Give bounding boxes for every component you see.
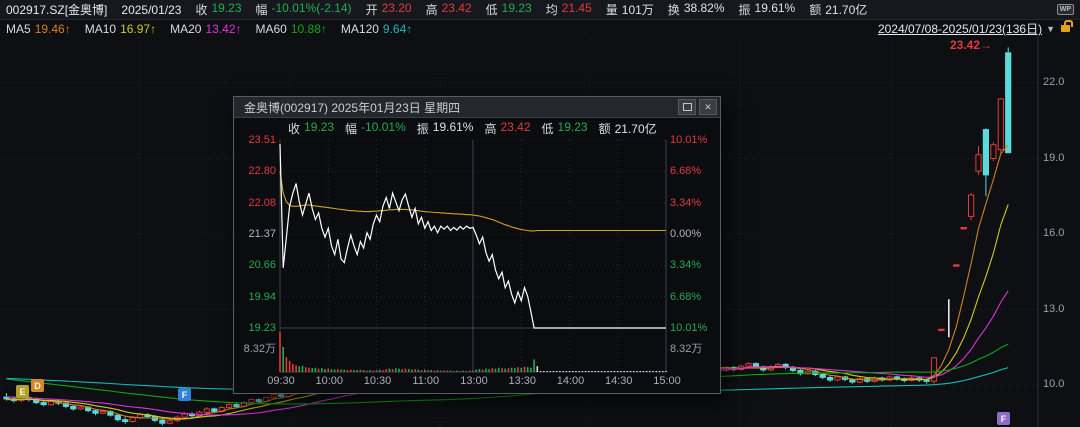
popup-volume-axis-label: 8.32万 xyxy=(243,343,276,355)
quote-field-amount: 额 21.70亿 xyxy=(809,3,868,17)
popup-price-axis-label: 23.51 xyxy=(248,134,276,146)
wp-tool-icon[interactable]: WP xyxy=(1056,4,1074,15)
popup-title-bar[interactable]: 金奥博(002917) 2025年01月23日 星期四 ✕ xyxy=(234,97,720,118)
quote-field-avg: 均 21.45 xyxy=(545,1,592,17)
date-range-selector[interactable]: 2024/07/08-2025/01/23(136日) xyxy=(878,20,1042,37)
popup-field-amount: 额 21.70亿 xyxy=(598,122,657,136)
maximize-icon xyxy=(682,103,692,111)
ma20-legend: MA20 13.42↑ xyxy=(170,21,242,36)
popup-price-axis-label: 19.94 xyxy=(248,290,276,303)
popup-pct-axis-label: 10.01% xyxy=(670,321,708,334)
popup-price-axis-label: 21.37 xyxy=(248,227,276,240)
quote-field-low: 低 19.23 xyxy=(485,1,532,17)
popup-field-close: 收 19.23 xyxy=(288,120,335,136)
ma-legend-bar: MA5 19.46↑ MA10 16.97↑ MA20 13.42↑ MA60 10.8… xyxy=(0,20,1080,37)
unlock-icon[interactable] xyxy=(1061,20,1073,32)
popup-field-high: 高 23.42 xyxy=(484,120,531,136)
ma10-legend: MA10 16.97↑ xyxy=(84,21,157,36)
quote-date: 2025/01/23 xyxy=(121,2,182,17)
popup-time-axis-label: 10:30 xyxy=(363,375,392,387)
popup-time-axis-label: 13:00 xyxy=(460,375,488,387)
popup-title: 金奥博(002917) 2025年01月23日 星期四 xyxy=(244,100,461,115)
price-axis-label: 22.0 xyxy=(1043,76,1065,88)
price-axis-label: 10.0 xyxy=(1043,378,1065,390)
stock-terminal-window: 002917.SZ[金奥博] 2025/01/23 收 19.23 幅 -10.01… xyxy=(0,0,1080,427)
quote-field-close: 收 19.23 xyxy=(195,1,242,17)
intraday-chart-area[interactable]: 收 19.23 幅 -10.01% 振 19.61% 高 23.42 低 19.23 额2… xyxy=(234,118,718,392)
event-badge-e[interactable]: E xyxy=(16,385,29,398)
event-badge-d[interactable]: D xyxy=(31,379,44,392)
popup-price-axis-label: 22.08 xyxy=(248,196,276,209)
popup-time-axis-label: 09:30 xyxy=(267,375,295,387)
event-badge-f[interactable]: F xyxy=(997,412,1010,425)
popup-volume-axis-label: 8.32万 xyxy=(670,343,703,355)
popup-time-axis-label: 14:00 xyxy=(556,375,585,387)
quote-field-high: 高 23.42 xyxy=(425,1,472,17)
stock-symbol: 002917.SZ[金奥博] xyxy=(6,3,108,17)
maximize-button[interactable] xyxy=(678,99,696,115)
ma5-legend: MA5 19.46↑ xyxy=(6,21,71,36)
popup-field-low: 低 19.23 xyxy=(541,120,588,136)
popup-time-axis-label: 13:30 xyxy=(508,375,537,387)
ma60-legend: MA60 10.88↑ xyxy=(255,21,327,36)
popup-time-axis-label: 11:00 xyxy=(412,375,440,387)
popup-info-row: 收 19.23 幅 -10.01% 振 19.61% 高 23.42 低 19.23 额2… xyxy=(288,120,668,137)
event-badge-f[interactable]: F xyxy=(178,388,191,401)
close-icon: ✕ xyxy=(704,101,712,112)
price-axis-label: 13.0 xyxy=(1043,302,1065,315)
quote-field-amplitude: 振 19.61% xyxy=(738,1,796,17)
popup-pct-axis-label: 0.00% xyxy=(670,227,702,240)
quote-field-change: 幅 -10.01%(-2.14) xyxy=(255,1,352,17)
price-axis-label: 19.0 xyxy=(1043,151,1065,164)
intraday-popup-window[interactable]: 金奥博(002917) 2025年01月23日 星期四 ✕ 收 19.23 幅 -1… xyxy=(233,96,721,394)
last-price-label: 23.42→ xyxy=(949,38,992,52)
popup-pct-axis-label: 10.01% xyxy=(670,134,708,146)
popup-pct-axis-label: 3.34% xyxy=(670,259,702,272)
popup-price-axis-label: 22.80 xyxy=(248,165,276,178)
intraday-line-canvas[interactable] xyxy=(234,118,718,392)
quote-bar: 002917.SZ[金奥博] 2025/01/23 收 19.23 幅 -10.01… xyxy=(0,0,1080,20)
popup-time-axis-label: 15:00 xyxy=(653,375,681,387)
quote-field-volume: 量 101万 xyxy=(605,3,654,17)
close-button[interactable]: ✕ xyxy=(699,99,717,115)
popup-pct-axis-label: 6.68% xyxy=(670,165,702,178)
popup-time-axis-label: 10:00 xyxy=(315,375,344,387)
popup-pct-axis-label: 3.34% xyxy=(670,196,702,209)
popup-pct-axis-label: 6.68% xyxy=(670,290,702,303)
chevron-down-icon[interactable]: ▼ xyxy=(1046,24,1055,34)
popup-field-change: 幅 -10.01% xyxy=(345,120,406,136)
price-axis-label: 16.0 xyxy=(1043,227,1065,239)
quote-field-turnover: 换 38.82% xyxy=(667,1,725,17)
ma120-legend: MA120 9.64↑ xyxy=(340,21,413,36)
popup-time-axis-label: 14:30 xyxy=(604,375,633,387)
popup-field-amplitude: 振 19.61% xyxy=(416,120,474,136)
popup-price-axis-label: 19.23 xyxy=(248,321,276,334)
popup-price-axis-label: 20.66 xyxy=(248,259,276,272)
quote-field-open: 开 23.20 xyxy=(365,1,412,17)
